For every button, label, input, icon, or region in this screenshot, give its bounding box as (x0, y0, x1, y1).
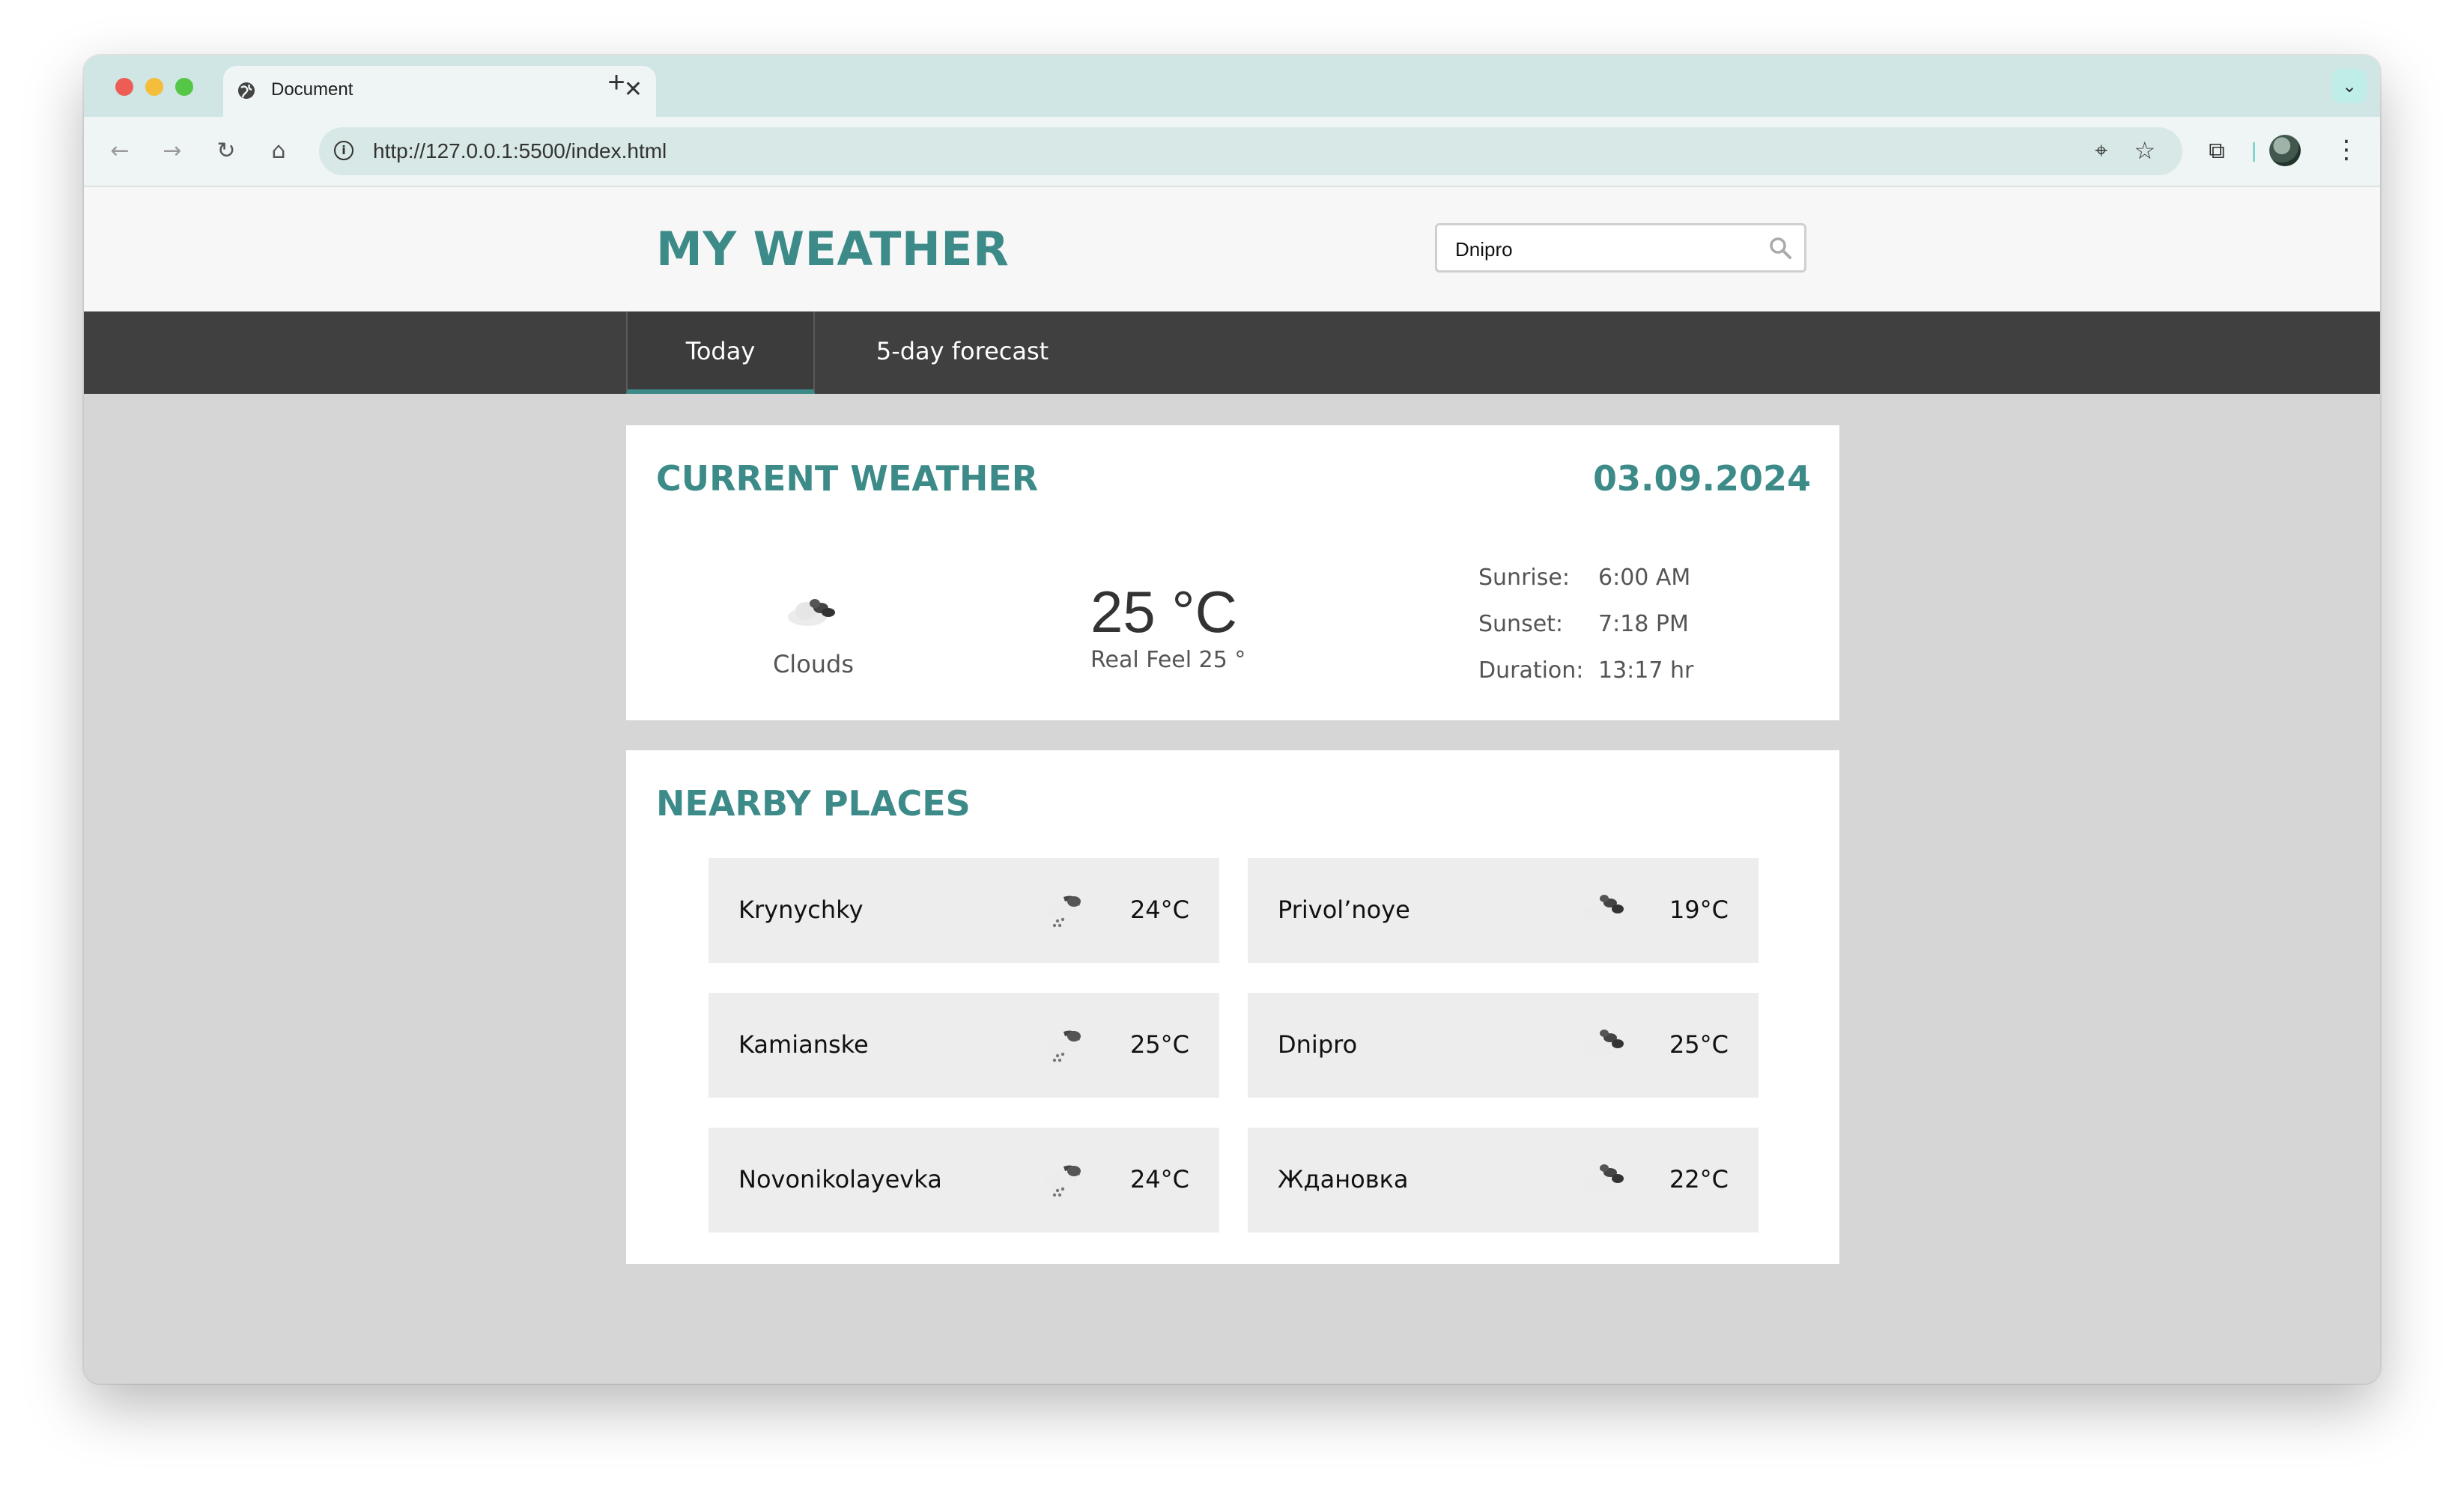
tab-strip: Document ✕ + ⌄ (84, 55, 2380, 117)
url-text[interactable]: http://127.0.0.1:5500/index.html (373, 139, 667, 163)
nearby-places-card: NEARBY PLACES Krynychky 24°C Privol’noye (626, 750, 1839, 1264)
place-temperature: 22°C (1669, 1165, 1729, 1194)
clouds-icon (788, 599, 835, 626)
web-page: MY WEATHER Dnipro Today 5-day forecast C… (84, 187, 2380, 1384)
forward-arrow-icon[interactable]: → (156, 135, 189, 168)
current-weather-title: CURRENT WEATHER (656, 458, 1039, 499)
duration-label: Duration: (1478, 657, 1584, 684)
browser-tab[interactable]: Document ✕ (223, 66, 656, 117)
current-date: 03.09.2024 (1592, 458, 1811, 499)
place-temperature: 24°C (1129, 896, 1189, 924)
rain-icon (1044, 1165, 1081, 1197)
place-temperature: 24°C (1129, 1165, 1189, 1194)
place-card[interactable]: Privol’noye 19°C (1248, 858, 1759, 963)
site-header: MY WEATHER Dnipro (84, 187, 2380, 311)
tab-5-day-forecast[interactable]: 5-day forecast (833, 311, 1092, 394)
globe-icon (238, 82, 255, 99)
site-logo[interactable]: MY WEATHER (656, 222, 1009, 276)
home-icon[interactable]: ⌂ (262, 135, 295, 168)
clouds-icon (1582, 895, 1624, 922)
extensions-puzzle-icon[interactable]: ⧉ (2200, 135, 2233, 168)
address-bar[interactable]: i http://127.0.0.1:5500/index.html ⌖ ☆ (319, 127, 2182, 175)
browser-window: Document ✕ + ⌄ ← → ↻ ⌂ i http://127.0.0.… (84, 55, 2380, 1384)
place-name: Privol’noye (1278, 896, 1410, 924)
place-name: Ждановка (1278, 1165, 1409, 1194)
place-name: Novonikolayevka (738, 1165, 942, 1194)
minimize-window-button[interactable] (145, 78, 163, 96)
tab-search-chevron-icon[interactable]: ⌄ (2332, 69, 2367, 103)
toolbar-divider (2253, 142, 2255, 162)
sunset-row: Sunset: 7:18 PM (1478, 611, 1689, 637)
search-icon[interactable] (1767, 234, 1794, 261)
place-temperature: 19°C (1669, 896, 1729, 924)
main-nav: Today 5-day forecast (84, 311, 2380, 394)
back-arrow-icon[interactable]: ← (103, 135, 136, 168)
close-window-button[interactable] (115, 78, 133, 96)
search-input[interactable]: Dnipro (1435, 223, 1806, 273)
sunset-label: Sunset: (1478, 611, 1564, 637)
nearby-places-title: NEARBY PLACES (656, 783, 971, 824)
browser-menu-icon[interactable]: ⋮ (2334, 133, 2359, 166)
rain-icon (1044, 1030, 1081, 1062)
place-name: Kamianske (738, 1030, 869, 1059)
place-temperature: 25°C (1129, 1030, 1189, 1059)
current-temperature: 25 °C (1090, 579, 1237, 645)
place-card[interactable]: Krynychky 24°C (708, 858, 1219, 963)
place-name: Dnipro (1278, 1030, 1358, 1059)
duration-value: 13:17 hr (1598, 657, 1694, 684)
place-temperature: 25°C (1669, 1030, 1729, 1059)
bookmark-star-icon[interactable]: ☆ (2134, 136, 2155, 165)
site-info-icon[interactable]: i (334, 141, 353, 160)
search-value[interactable]: Dnipro (1455, 238, 1513, 261)
real-feel: Real Feel 25 ° (1090, 647, 1246, 673)
current-weather-card: CURRENT WEATHER 03.09.2024 Clouds 25 °C … (626, 425, 1839, 720)
clouds-icon (1582, 1030, 1624, 1056)
tab-today[interactable]: Today (626, 311, 815, 394)
place-card[interactable]: Novonikolayevka 24°C (708, 1128, 1219, 1232)
sunset-value: 7:18 PM (1598, 611, 1689, 637)
browser-toolbar: ← → ↻ ⌂ i http://127.0.0.1:5500/index.ht… (84, 117, 2380, 187)
sunrise-label: Sunrise: (1478, 565, 1570, 591)
place-card[interactable]: Kamianske 25°C (708, 993, 1219, 1098)
place-card[interactable]: Ждановка 22°C (1248, 1128, 1759, 1232)
location-pin-icon[interactable]: ⌖ (2095, 138, 2108, 164)
rain-icon (1044, 896, 1081, 928)
sunrise-row: Sunrise: 6:00 AM (1478, 565, 1690, 591)
reload-icon[interactable]: ↻ (210, 135, 243, 168)
place-card[interactable]: Dnipro 25°C (1248, 993, 1759, 1098)
condition-label: Clouds (772, 650, 855, 678)
duration-row: Duration: 13:17 hr (1478, 657, 1693, 684)
sunrise-value: 6:00 AM (1598, 565, 1691, 591)
maximize-window-button[interactable] (175, 78, 193, 96)
tab-title: Document (271, 79, 353, 100)
new-tab-button[interactable]: + (598, 66, 635, 100)
place-name: Krynychky (738, 896, 864, 924)
clouds-icon (1582, 1164, 1624, 1191)
profile-avatar[interactable] (2269, 135, 2301, 166)
